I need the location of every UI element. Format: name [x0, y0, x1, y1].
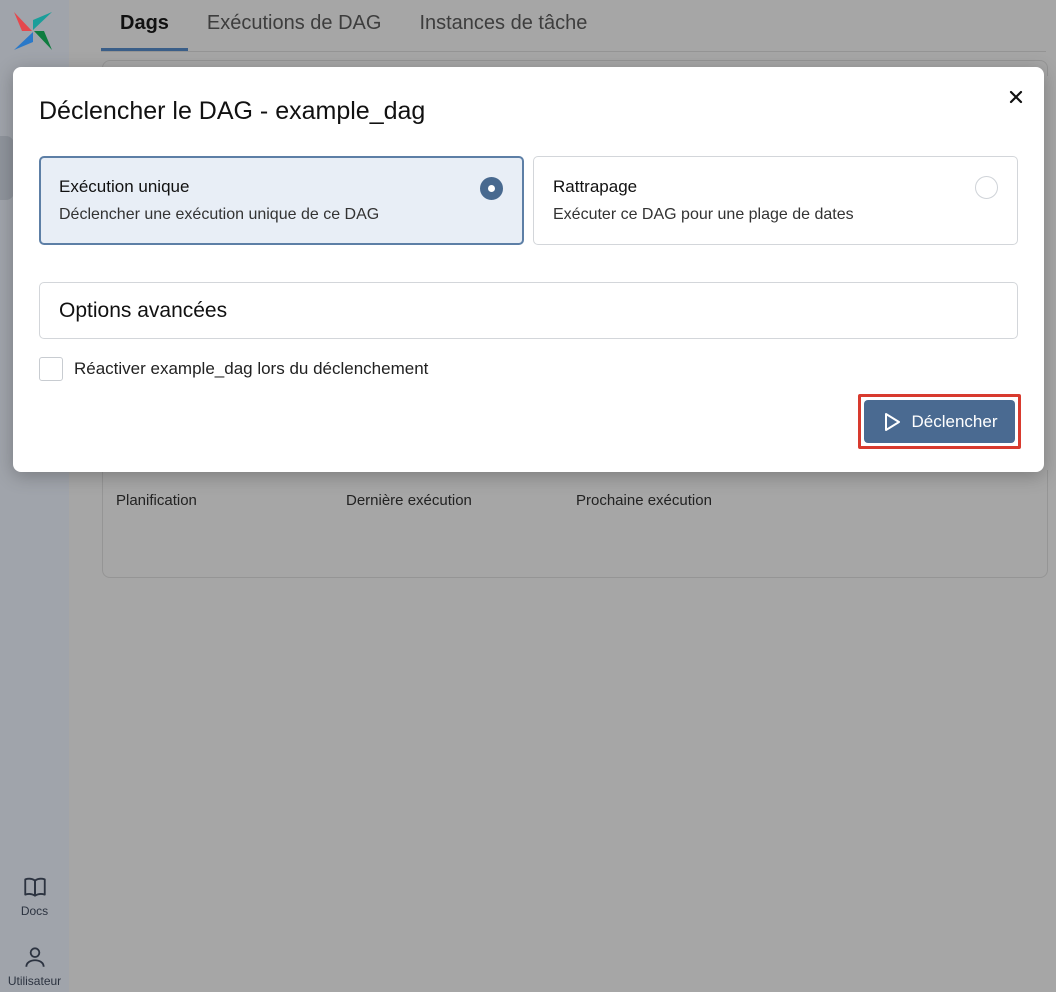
tab-bar: Dags Exécutions de DAG Instances de tâch… [101, 0, 1046, 52]
book-icon [23, 877, 46, 897]
option-backfill-title: Rattrapage [553, 177, 638, 196]
trigger-button-label: Déclencher [911, 411, 998, 431]
sidebar-active-marker [0, 136, 14, 200]
radio-backfill[interactable] [975, 176, 998, 199]
background-card [102, 470, 1048, 578]
tab-task-instances[interactable]: Instances de tâche [400, 12, 606, 51]
trigger-button[interactable]: Déclencher [864, 400, 1015, 443]
option-single-run-title: Exécution unique [59, 177, 190, 196]
radio-single-run[interactable] [480, 177, 503, 200]
option-single-run-description: Déclencher une exécution unique de ce DA… [59, 206, 380, 223]
play-icon [884, 412, 900, 431]
airflow-logo[interactable] [12, 10, 54, 52]
sidebar-docs-label: Docs [20, 904, 49, 918]
user-icon [24, 947, 45, 967]
column-schedule: Planification [116, 492, 197, 509]
option-backfill-description: Exécuter ce DAG pour une plage de dates [553, 206, 854, 223]
column-last-run: Dernière exécution [346, 492, 472, 509]
tab-dag-runs[interactable]: Exécutions de DAG [188, 12, 401, 51]
sidebar-item-docs[interactable]: Docs [0, 874, 69, 918]
modal-title: Déclencher le DAG - example_dag [39, 97, 426, 125]
unpause-checkbox-label: Réactiver example_dag lors du déclenchem… [74, 359, 429, 378]
tab-dags[interactable]: Dags [101, 12, 188, 51]
unpause-checkbox[interactable] [39, 357, 63, 381]
column-next-run: Prochaine exécution [576, 492, 712, 509]
sidebar-user-label: Utilisateur [7, 974, 62, 988]
option-backfill[interactable]: Rattrapage Exécuter ce DAG pour une plag… [533, 156, 1018, 245]
option-single-run[interactable]: Exécution unique Déclencher une exécutio… [39, 156, 524, 245]
trigger-dag-modal: Déclencher le DAG - example_dag Exécutio… [13, 67, 1044, 472]
advanced-options-toggle[interactable]: Options avancées [39, 282, 1018, 339]
unpause-checkbox-row: Réactiver example_dag lors du déclenchem… [39, 357, 428, 381]
sidebar-item-user[interactable]: Utilisateur [0, 944, 69, 988]
close-button[interactable] [1004, 85, 1028, 109]
background-table-header: Planification Dernière exécution Prochai… [116, 492, 806, 509]
close-icon [1009, 90, 1023, 104]
